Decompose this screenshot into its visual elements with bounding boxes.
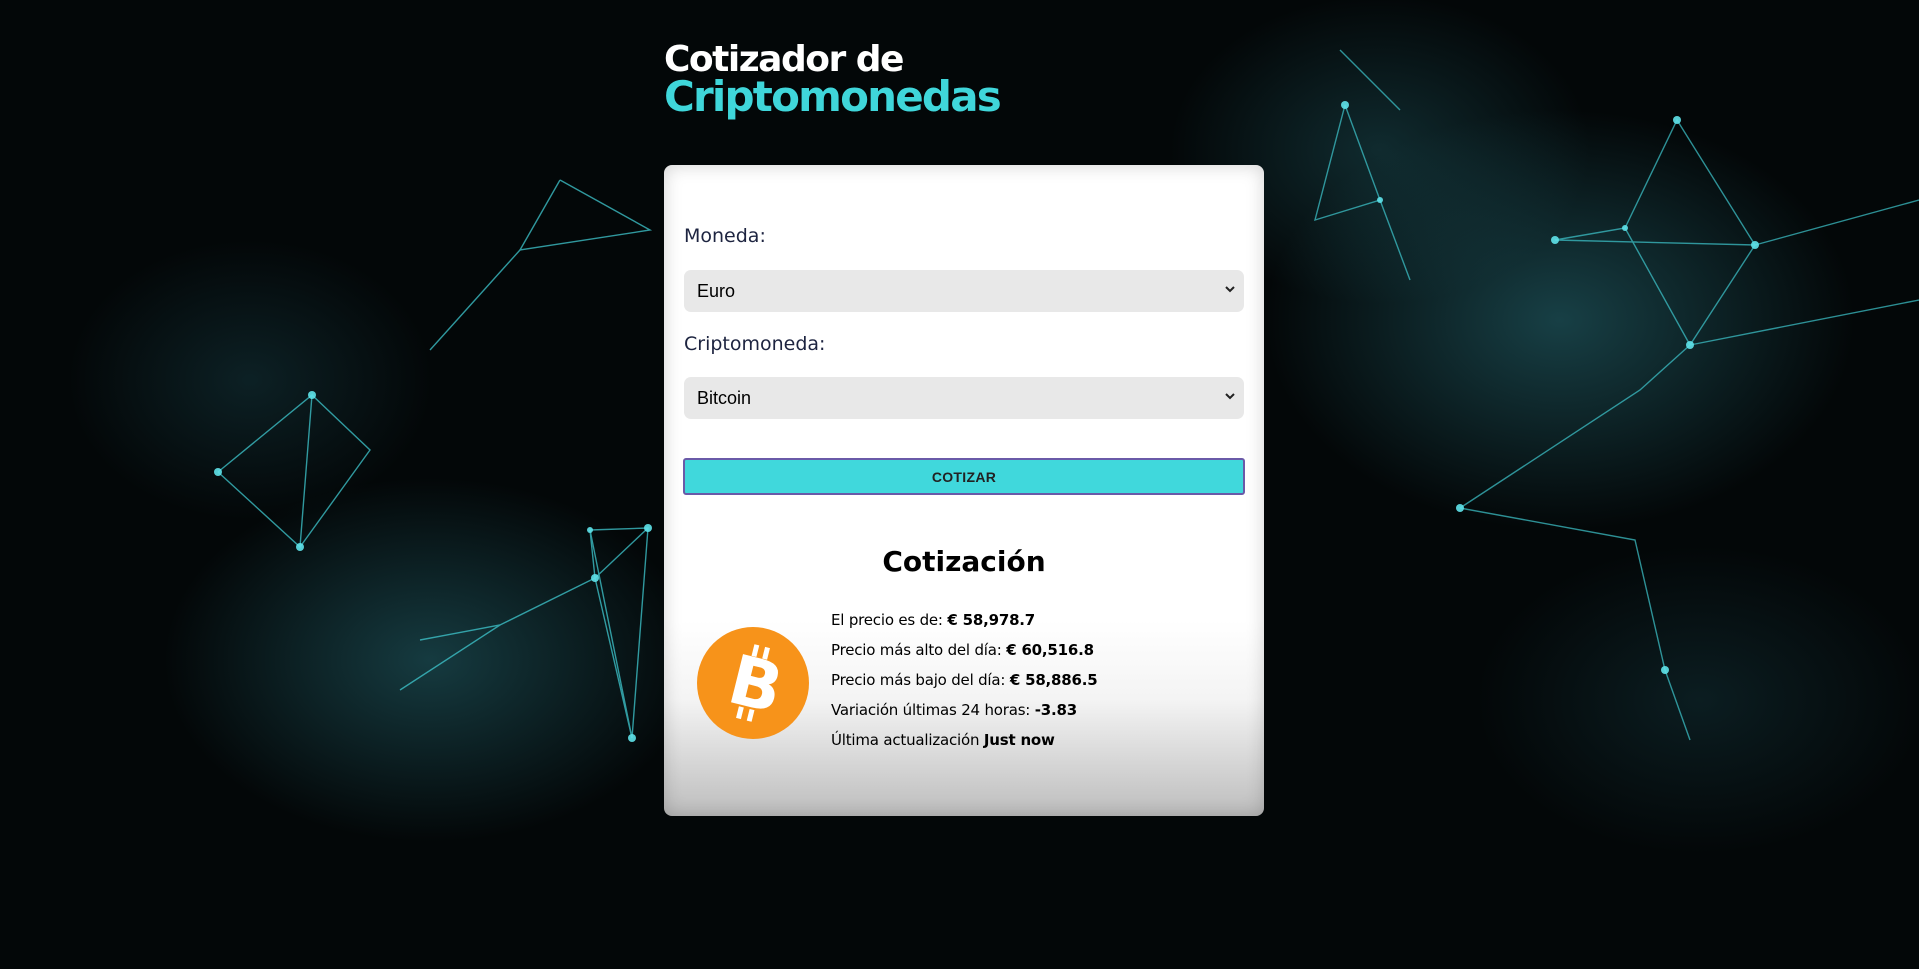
- crypto-label: Criptomoneda:: [684, 333, 826, 355]
- high-price-row: Precio más alto del día: € 60,516.8: [831, 641, 1094, 659]
- result-title: Cotización: [882, 545, 1046, 578]
- low-price-value: € 58,886.5: [1009, 671, 1098, 689]
- app-background: Cotizador de Criptomonedas Moneda: Euro …: [0, 0, 1919, 969]
- bitcoin-icon: B: [697, 627, 809, 739]
- result-details: El precio es de: € 58,978.7 Precio más a…: [831, 605, 1251, 755]
- last-update-value: Just now: [983, 731, 1055, 749]
- low-price-row: Precio más bajo del día: € 58,886.5: [831, 671, 1098, 689]
- page-title-line2: Criptomonedas: [664, 72, 1002, 121]
- price-row: El precio es de: € 58,978.7: [831, 611, 1036, 629]
- chevron-down-icon: [1225, 393, 1235, 400]
- chevron-down-icon: [1225, 286, 1235, 293]
- change-24h-value: -3.83: [1034, 701, 1077, 719]
- high-price-value: € 60,516.8: [1006, 641, 1094, 659]
- crypto-select-value: Bitcoin: [697, 387, 752, 408]
- quote-card: Moneda: Euro Criptomoneda: Bitcoin COTIZ…: [664, 165, 1264, 816]
- cotizar-button[interactable]: COTIZAR: [683, 458, 1245, 495]
- last-update-row: Última actualización Just now: [831, 731, 1055, 749]
- page-title: Cotizador de Criptomonedas: [664, 42, 1002, 121]
- currency-label: Moneda:: [684, 225, 766, 247]
- crypto-select[interactable]: Bitcoin: [684, 377, 1244, 419]
- change-24h-row: Variación últimas 24 horas: -3.83: [831, 701, 1077, 719]
- price-value: € 58,978.7: [947, 611, 1036, 629]
- currency-select[interactable]: Euro: [684, 270, 1244, 312]
- currency-select-value: Euro: [697, 280, 736, 301]
